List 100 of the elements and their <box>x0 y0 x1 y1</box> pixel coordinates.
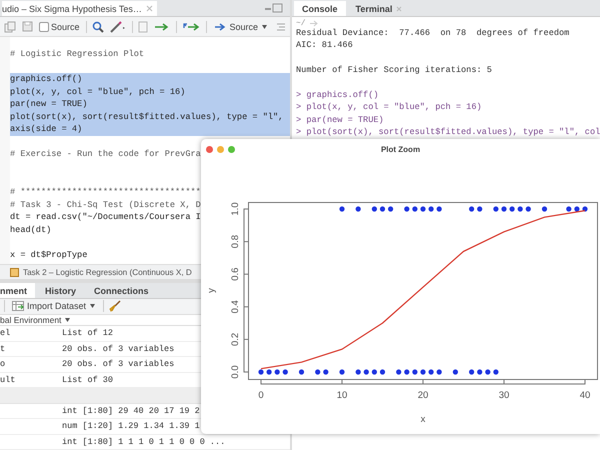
data-point <box>315 369 320 375</box>
code-line: plot(sort(x), sort(result$fitted.values), type = "l", <box>10 112 284 122</box>
tick-label: 1.0 <box>230 202 241 216</box>
close-icon[interactable] <box>146 5 153 12</box>
code-line: par(new = TRUE) <box>10 99 88 110</box>
console-output: Residual Deviance: 77.466 on 78 degrees of freedom <box>296 27 570 40</box>
pane-tab[interactable]: Connections <box>86 283 157 298</box>
code-line: graphics.off() <box>10 74 82 84</box>
code-line: plot(x, y, col = "blue", pch = 16) <box>10 86 186 97</box>
broom-icon[interactable] <box>109 300 122 312</box>
tick-label: 40 <box>580 390 590 401</box>
pane-tab[interactable]: History <box>37 283 84 298</box>
data-point <box>510 206 515 212</box>
rerun-icon[interactable] <box>182 22 200 32</box>
data-point <box>404 206 410 212</box>
wand-icon[interactable] <box>110 20 126 32</box>
arrow-icon <box>214 22 226 32</box>
tick-label: 20 <box>418 390 428 401</box>
zoom-button[interactable] <box>228 146 235 152</box>
data-point <box>477 206 482 212</box>
data-point <box>469 369 474 375</box>
console-output: Number of Fisher Scoring iterations: 5 <box>296 64 493 77</box>
source-button[interactable]: Source <box>212 20 270 32</box>
data-point <box>364 369 369 375</box>
minimize-button[interactable] <box>217 146 224 152</box>
pages-icon[interactable] <box>4 20 16 32</box>
data-point <box>412 206 418 212</box>
tick-label: 0.0 <box>230 365 241 379</box>
pane-tab[interactable]: Console <box>294 1 346 16</box>
data-point <box>493 369 498 375</box>
data-point <box>282 369 288 375</box>
data-point <box>380 369 386 375</box>
data-point <box>428 206 434 212</box>
outline-icon[interactable] <box>276 22 286 32</box>
code-comment: # *********************************** <box>10 187 201 198</box>
data-point <box>582 206 588 212</box>
maximize-icon[interactable] <box>264 3 284 13</box>
caret-icon <box>89 303 96 310</box>
close-button[interactable] <box>206 146 213 152</box>
code-comment: # Exercise - Run the code for PrevGra <box>10 149 201 160</box>
variable-value: num [1:20] 1.29 1.34 1.39 1 <box>62 421 200 432</box>
arrow-icon[interactable] <box>308 20 318 27</box>
variable-value: int [1:80] 29 40 20 17 19 2 <box>62 406 200 416</box>
data-point <box>566 206 572 212</box>
data-point <box>388 206 394 212</box>
data-point <box>477 369 482 375</box>
code-comment: # Task 3 - Chi-Sq Test (Discrete X, D <box>10 200 201 210</box>
chunk-icon <box>10 268 19 276</box>
variable-name: ult <box>0 374 16 385</box>
data-point <box>485 369 490 375</box>
data-point <box>380 206 386 212</box>
tick-label: 0.6 <box>230 268 241 281</box>
working-directory: ~/ <box>296 19 306 28</box>
variable-value: 20 obs. of 3 variables <box>62 344 174 354</box>
console-command: > plot(x, y, col = "blue", pch = 16) <box>296 101 483 114</box>
tick-label: 0 <box>258 390 264 401</box>
tick-label: 0.4 <box>230 300 241 314</box>
variable-name: t <box>0 344 6 354</box>
import-dataset-button[interactable]: Import Dataset <box>10 300 98 312</box>
data-point <box>356 369 361 375</box>
window-title: Plot Zoom <box>380 144 420 154</box>
editor-tab[interactable]: udio – Six Sigma Hypothesis Tes… <box>2 1 157 16</box>
data-point <box>356 206 361 212</box>
data-point <box>518 206 523 212</box>
axis-title: x <box>420 414 426 425</box>
data-point <box>469 206 474 212</box>
data-point <box>274 369 280 375</box>
data-point <box>420 369 426 375</box>
data-point <box>436 369 442 375</box>
code-line: head(dt) <box>10 224 52 235</box>
variable-name: el <box>0 328 12 338</box>
data-point <box>404 369 410 375</box>
tick-label: 10 <box>336 390 348 401</box>
data-point <box>339 369 345 375</box>
save-icon[interactable] <box>22 21 33 32</box>
variable-value: List of 12 <box>62 328 114 338</box>
close-icon[interactable] <box>396 6 402 12</box>
data-point <box>574 206 580 212</box>
environment-dropdown[interactable]: bal Environment <box>0 314 72 325</box>
data-point <box>298 369 304 375</box>
pane-tab[interactable]: Terminal <box>348 1 410 16</box>
data-point <box>542 206 548 212</box>
data-point <box>323 369 328 375</box>
console-command: > graphics.off() <box>296 88 380 102</box>
data-point <box>420 206 426 212</box>
search-icon[interactable] <box>92 20 104 32</box>
data-point <box>452 369 458 375</box>
variable-value: int [1:80] 1 1 1 0 1 1 0 0 0 ... <box>62 436 226 447</box>
page-icon[interactable] <box>138 20 148 32</box>
tick-label: 0.8 <box>230 235 241 248</box>
data-point <box>372 369 377 375</box>
code-line: x = dt$PropType <box>10 250 88 260</box>
data-point <box>501 206 507 212</box>
code-comment: # Logistic Regression Plot <box>10 49 144 59</box>
run-arrow-icon[interactable] <box>154 22 170 32</box>
data-point <box>412 369 418 375</box>
variable-value: List of 30 <box>62 374 114 385</box>
data-point <box>428 369 434 375</box>
pane-tab[interactable]: nment <box>0 283 35 298</box>
source-on-save-checkbox[interactable]: Source <box>39 22 80 32</box>
